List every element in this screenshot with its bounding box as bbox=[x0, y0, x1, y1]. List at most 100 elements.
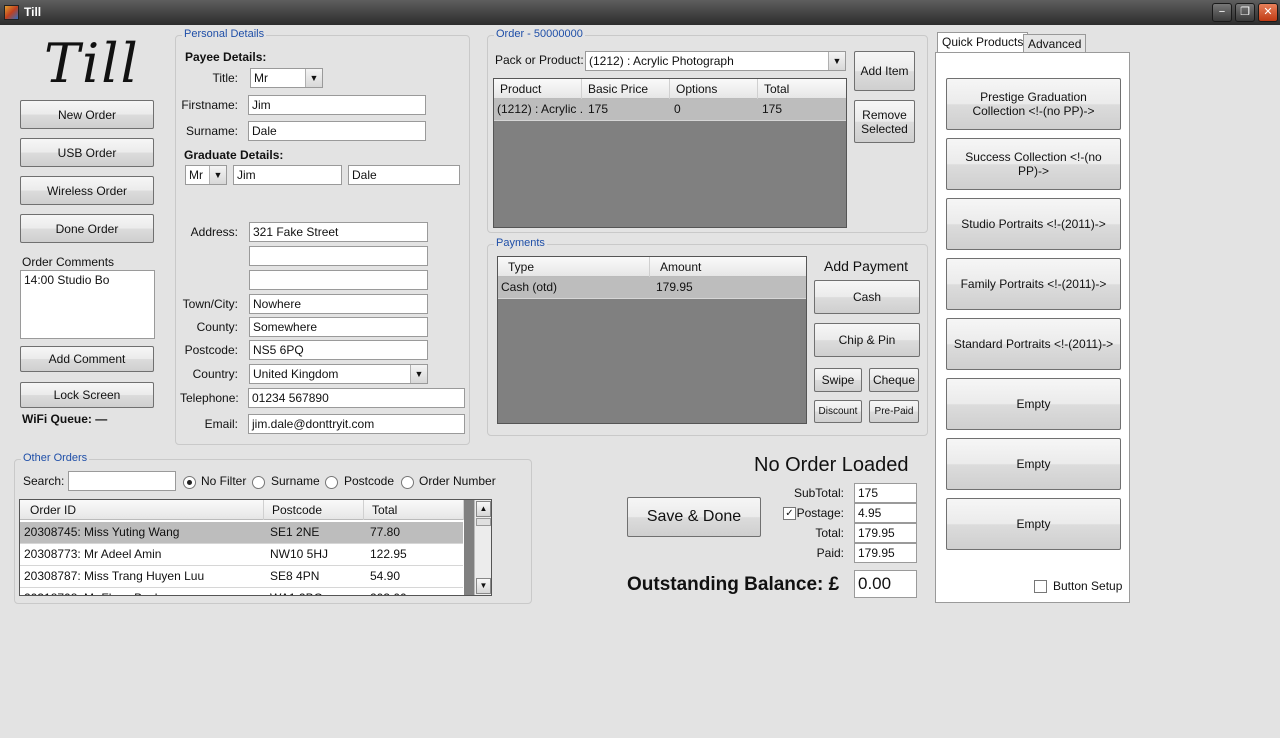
address-label: Address: bbox=[190, 225, 238, 239]
country-label: Country: bbox=[192, 367, 238, 381]
address-line2-input[interactable] bbox=[249, 246, 428, 266]
order-col-options[interactable]: Options bbox=[670, 79, 758, 99]
quick-product-button-6[interactable]: Empty bbox=[946, 378, 1121, 430]
total-field: 179.95 bbox=[854, 523, 917, 543]
scroll-down-icon[interactable]: ▼ bbox=[476, 578, 491, 594]
minimize-button[interactable]: − bbox=[1212, 3, 1232, 22]
county-input[interactable]: Somewhere bbox=[249, 317, 428, 337]
quick-product-button-2[interactable]: Success Collection <!-(no PP)-> bbox=[946, 138, 1121, 190]
quick-product-button-5[interactable]: Standard Portraits <!-(2011)-> bbox=[946, 318, 1121, 370]
tab-quick-products[interactable]: Quick Products bbox=[937, 32, 1029, 53]
graduate-title-select[interactable]: Mr ▼ bbox=[185, 165, 227, 185]
button-setup-checkbox[interactable] bbox=[1034, 580, 1047, 593]
scroll-up-icon[interactable]: ▲ bbox=[476, 501, 491, 517]
filter-radio-postcode[interactable] bbox=[325, 476, 338, 489]
quick-product-button-1[interactable]: Prestige Graduation Collection <!-(no PP… bbox=[946, 78, 1121, 130]
order-row-total: 54.90 bbox=[370, 569, 401, 583]
filter-radio-order-number[interactable] bbox=[401, 476, 414, 489]
postage-field[interactable]: 4.95 bbox=[854, 503, 917, 523]
cash-button[interactable]: Cash bbox=[814, 280, 920, 314]
filter-radio-no-filter[interactable] bbox=[183, 476, 196, 489]
address-line3-input[interactable] bbox=[249, 270, 428, 290]
lock-screen-button[interactable]: Lock Screen bbox=[20, 382, 154, 408]
order-title: Order - 50000000 bbox=[494, 28, 585, 40]
title-label: Title: bbox=[212, 71, 238, 85]
order-col-total[interactable]: Total bbox=[758, 79, 846, 99]
personal-details-title: Personal Details bbox=[182, 28, 267, 40]
prepaid-button[interactable]: Pre-Paid bbox=[869, 400, 919, 423]
discount-button[interactable]: Discount bbox=[814, 400, 862, 423]
order-cell-product: (1212) : Acrylic ... bbox=[497, 102, 582, 116]
table-row[interactable]: (1212) : Acrylic ... 175 0 175 bbox=[494, 99, 846, 121]
telephone-input[interactable]: 01234 567890 bbox=[248, 388, 465, 408]
address-line1-input[interactable]: 321 Fake Street bbox=[249, 222, 428, 242]
quick-product-button-8[interactable]: Empty bbox=[946, 498, 1121, 550]
payments-header: Type Amount bbox=[498, 257, 806, 277]
button-setup-label: Button Setup bbox=[1053, 579, 1123, 593]
usb-order-button[interactable]: USB Order bbox=[20, 138, 154, 167]
order-col-basic-price[interactable]: Basic Price bbox=[582, 79, 670, 99]
add-item-button[interactable]: Add Item bbox=[854, 51, 915, 91]
pack-or-product-value: (1212) : Acrylic Photograph bbox=[589, 54, 734, 68]
window-title: Till bbox=[24, 5, 42, 19]
new-order-button[interactable]: New Order bbox=[20, 100, 154, 129]
chevron-down-icon: ▼ bbox=[305, 69, 322, 87]
quick-product-button-7[interactable]: Empty bbox=[946, 438, 1121, 490]
remove-selected-button[interactable]: Remove Selected bbox=[854, 100, 915, 143]
payment-cell-type: Cash (otd) bbox=[501, 280, 558, 294]
quick-product-button-3[interactable]: Studio Portraits <!-(2011)-> bbox=[946, 198, 1121, 250]
email-input[interactable]: jim.dale@donttryit.com bbox=[248, 414, 465, 434]
other-orders-grid[interactable]: Order ID Postcode Total 20308745: Miss Y… bbox=[19, 499, 492, 596]
country-select-value: United Kingdom bbox=[253, 367, 339, 381]
graduate-title-value: Mr bbox=[189, 168, 203, 182]
country-select[interactable]: United Kingdom ▼ bbox=[249, 364, 428, 384]
payments-grid[interactable]: Type Amount Cash (otd) 179.95 bbox=[497, 256, 807, 424]
order-comments-textarea[interactable]: 14:00 Studio Bo bbox=[20, 270, 155, 339]
done-order-button[interactable]: Done Order bbox=[20, 214, 154, 243]
quick-product-button-4[interactable]: Family Portraits <!-(2011)-> bbox=[946, 258, 1121, 310]
town-input[interactable]: Nowhere bbox=[249, 294, 428, 314]
paid-label: Paid: bbox=[816, 546, 844, 560]
orders-col-postcode[interactable]: Postcode bbox=[264, 500, 364, 520]
order-col-product[interactable]: Product bbox=[494, 79, 582, 99]
order-cell-options: 0 bbox=[674, 102, 681, 116]
title-select[interactable]: Mr ▼ bbox=[250, 68, 323, 88]
cheque-button[interactable]: Cheque bbox=[869, 368, 919, 392]
chip-and-pin-button[interactable]: Chip & Pin bbox=[814, 323, 920, 357]
save-and-done-button[interactable]: Save & Done bbox=[627, 497, 761, 537]
filter-radio-surname[interactable] bbox=[252, 476, 265, 489]
postcode-input[interactable]: NS5 6PQ bbox=[249, 340, 428, 360]
close-button[interactable]: ✕ bbox=[1258, 3, 1278, 22]
wireless-order-button[interactable]: Wireless Order bbox=[20, 176, 154, 205]
graduate-firstname-input[interactable]: Jim bbox=[233, 165, 342, 185]
pack-or-product-select[interactable]: (1212) : Acrylic Photograph ▼ bbox=[585, 51, 846, 71]
maximize-button[interactable]: ❐ bbox=[1235, 3, 1255, 22]
filter-label-surname: Surname bbox=[271, 474, 320, 488]
scroll-thumb[interactable] bbox=[476, 518, 491, 526]
tab-advanced[interactable]: Advanced bbox=[1023, 34, 1087, 53]
firstname-input[interactable]: Jim bbox=[248, 95, 426, 115]
order-row-id: 20308745: Miss Yuting Wang bbox=[24, 525, 180, 539]
graduate-surname-input[interactable]: Dale bbox=[348, 165, 460, 185]
orders-col-order-id[interactable]: Order ID bbox=[20, 500, 264, 520]
table-row[interactable]: 20308787: Miss Trang Huyen Luu SE8 4PN 5… bbox=[20, 566, 463, 588]
table-row[interactable]: Cash (otd) 179.95 bbox=[498, 277, 806, 299]
orders-col-total[interactable]: Total bbox=[364, 500, 464, 520]
surname-input[interactable]: Dale bbox=[248, 121, 426, 141]
order-row-postcode: SE8 4PN bbox=[270, 569, 320, 583]
order-row-total: 203.00 bbox=[364, 588, 464, 595]
add-comment-button[interactable]: Add Comment bbox=[20, 346, 154, 372]
search-input[interactable] bbox=[68, 471, 176, 491]
order-comments-label: Order Comments bbox=[22, 255, 115, 269]
table-row[interactable]: 20308773: Mr Adeel Amin NW10 5HJ 122.95 bbox=[20, 544, 463, 566]
orders-scrollbar[interactable]: ▲ ▼ bbox=[474, 500, 491, 595]
payments-col-amount[interactable]: Amount bbox=[650, 257, 806, 277]
table-row[interactable]: 20308745: Miss Yuting Wang SE1 2NE 77.80 bbox=[20, 522, 463, 544]
swipe-button[interactable]: Swipe bbox=[814, 368, 862, 392]
chevron-down-icon: ▼ bbox=[828, 52, 845, 70]
table-row[interactable]: 20318708: Mr Flynn Buck WA1 2BQ 203.00 bbox=[20, 588, 464, 595]
payments-col-type[interactable]: Type bbox=[498, 257, 650, 277]
order-items-grid[interactable]: Product Basic Price Options Total (1212)… bbox=[493, 78, 847, 228]
order-cell-basic-price: 175 bbox=[588, 102, 609, 116]
outstanding-balance-label: Outstanding Balance: £ bbox=[627, 574, 840, 595]
